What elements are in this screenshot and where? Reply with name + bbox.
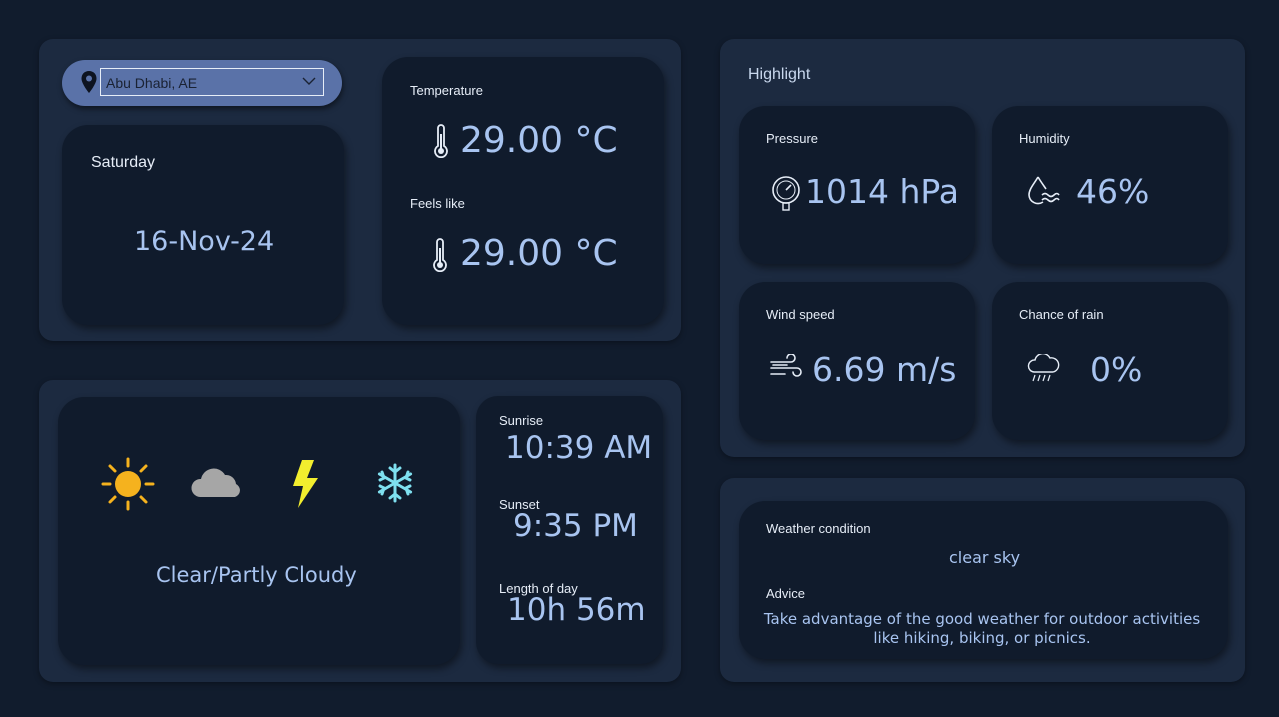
feels-like-label: Feels like <box>410 196 465 211</box>
advice-text: Take advantage of the good weather for o… <box>763 610 1201 647</box>
highlight-title: Highlight <box>748 66 811 83</box>
sunset-value: 9:35 PM <box>513 508 638 544</box>
wind-value: 6.69 m/s <box>812 350 957 389</box>
location-value: Abu Dhabi, AE <box>106 75 198 91</box>
lightning-icon <box>293 460 318 508</box>
rain-label: Chance of rain <box>1019 307 1104 322</box>
condition-summary: Clear/Partly Cloudy <box>156 563 357 587</box>
weather-condition-label: Weather condition <box>766 521 871 536</box>
sunrise-label: Sunrise <box>499 413 544 428</box>
condition-icons-card <box>58 397 460 665</box>
wind-label: Wind speed <box>766 307 835 322</box>
rain-cloud-icon <box>1027 354 1060 382</box>
date-value: 16-Nov-24 <box>134 226 275 257</box>
pressure-value: 1014 hPa <box>805 172 960 211</box>
map-pin-icon <box>81 71 97 93</box>
location-dropdown[interactable]: Abu Dhabi, AE <box>100 68 324 96</box>
pressure-gauge-icon <box>772 176 800 211</box>
rain-value: 0% <box>1090 350 1143 389</box>
humidity-drop-icon <box>1028 176 1060 205</box>
cloud-icon <box>191 468 240 497</box>
temperature-label: Temperature <box>410 83 483 98</box>
temperature-value: 29.00 °C <box>460 120 618 161</box>
day-length-value: 10h 56m <box>507 592 646 628</box>
day-label: Saturday <box>91 154 156 171</box>
sunrise-value: 10:39 AM <box>505 430 653 466</box>
humidity-value: 46% <box>1076 172 1150 211</box>
wind-icon <box>770 354 802 377</box>
humidity-label: Humidity <box>1019 131 1070 146</box>
snowflake-icon <box>377 463 413 503</box>
pressure-label: Pressure <box>766 131 819 146</box>
chevron-down-icon[interactable] <box>301 74 317 88</box>
weather-condition-value: clear sky <box>949 548 1021 567</box>
advice-label: Advice <box>766 586 806 601</box>
thermometer-icon <box>433 238 447 272</box>
feels-like-value: 29.00 °C <box>460 233 618 274</box>
thermometer-icon <box>434 124 448 158</box>
sun-icon <box>101 457 155 511</box>
